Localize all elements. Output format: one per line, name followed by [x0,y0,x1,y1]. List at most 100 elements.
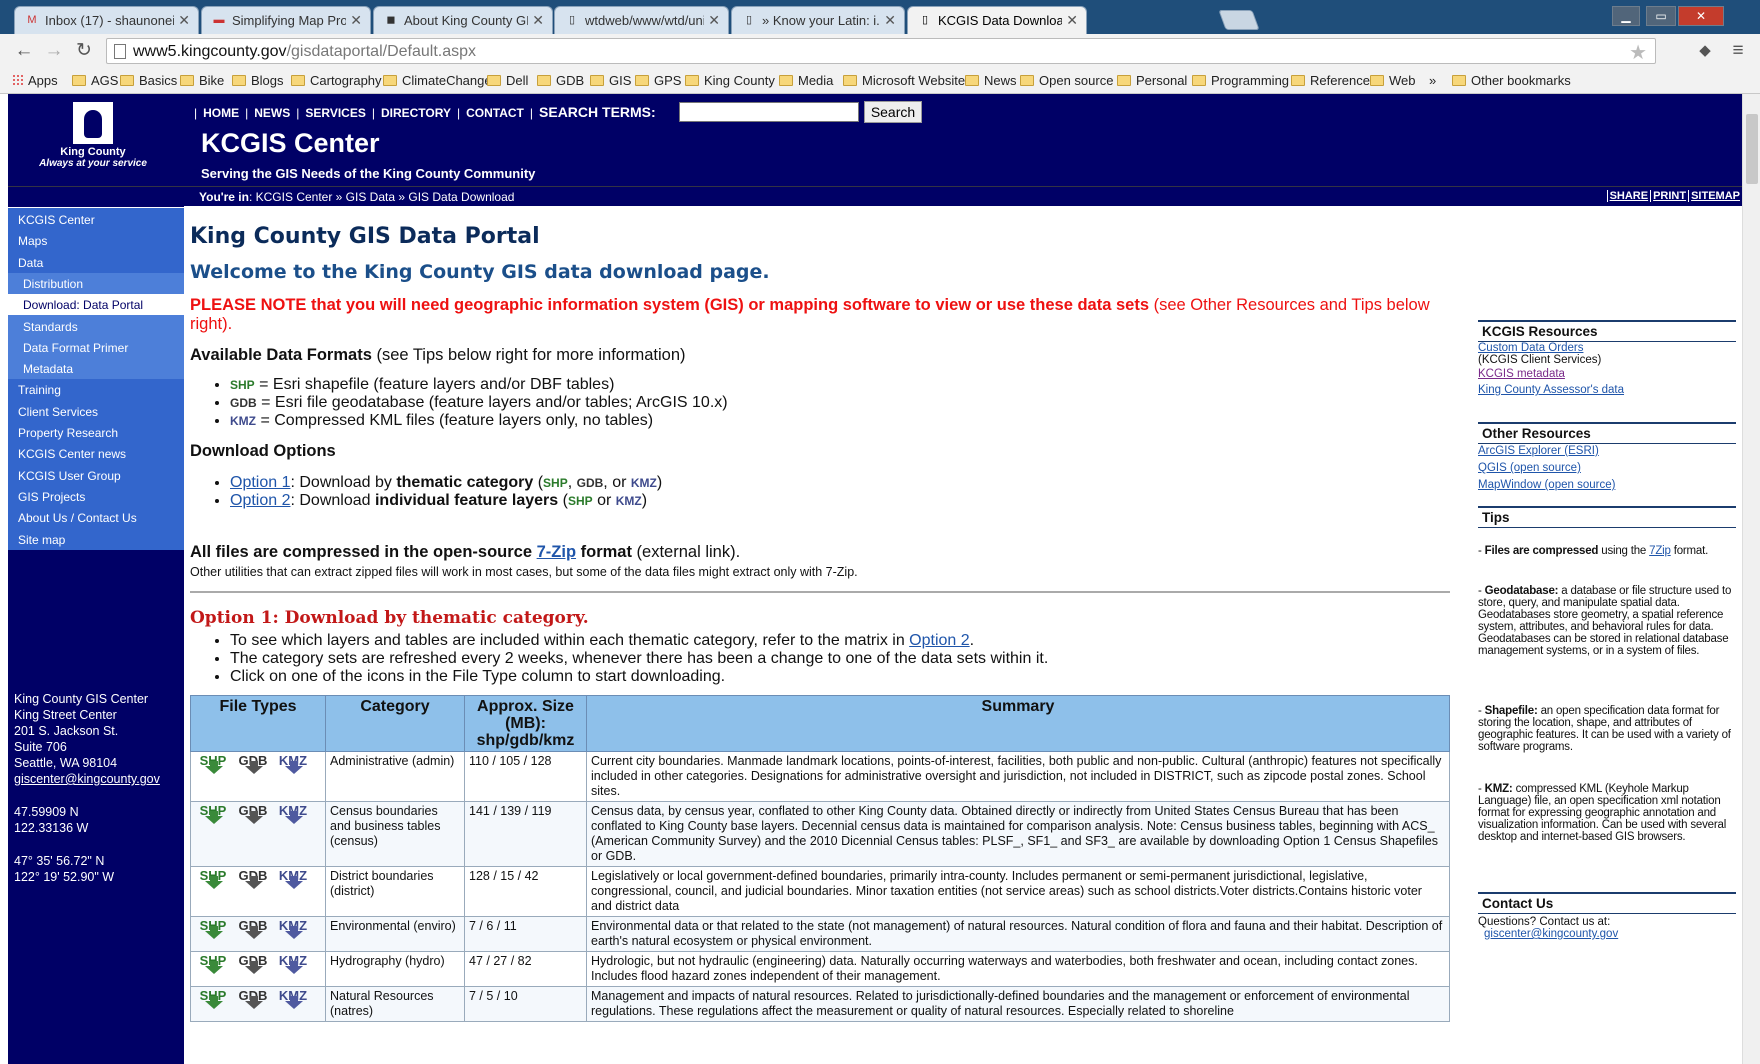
gdb-download-button[interactable]: GDB [233,988,273,1018]
kmz-download-button[interactable]: KMZ [273,753,313,783]
tab-5[interactable]: ▯ » Know your Latin: i.e. vs. e ✕ [731,6,905,34]
nav-home[interactable]: HOME [203,106,239,120]
bookmark-gdb[interactable]: GDB [537,73,584,88]
tab-2[interactable]: ▬ Simplifying Map Productio ✕ [201,6,371,34]
sidebar-item-data[interactable]: Data [8,249,184,273]
close-window-button[interactable]: ✕ [1678,6,1724,26]
bookmark-programming[interactable]: Programming [1192,73,1289,88]
tab-4[interactable]: ▯ wtdweb/www/wtd/unit/g ✕ [554,6,729,34]
tab-close-icon[interactable]: ✕ [178,12,190,29]
bookmark-microsoft-websites[interactable]: Microsoft Websites [843,73,972,88]
option1-link[interactable]: Option 1 [230,474,290,491]
minimize-button[interactable]: ▁ [1612,6,1640,26]
bookmark-climatechange[interactable]: ClimateChange [383,73,492,88]
bookmark-web[interactable]: Web [1370,73,1416,88]
restore-button[interactable]: ▭ [1646,6,1676,26]
sidebar-item-about-us-contact-us[interactable]: About Us / Contact Us [8,505,184,529]
sidebar-item-site-map[interactable]: Site map [8,526,184,550]
page-scrollbar[interactable] [1742,94,1760,1064]
print-link[interactable]: PRINT [1650,190,1689,202]
option2-link[interactable]: Option 2 [909,632,969,649]
gdb-download-button[interactable]: GDB [233,803,273,833]
kmz-download-button[interactable]: KMZ [273,803,313,833]
bookmark-blogs[interactable]: Blogs [232,73,284,88]
forward-button[interactable]: → [42,40,66,62]
shp-download-button[interactable]: SHP [193,918,233,948]
gdb-download-button[interactable]: GDB [233,918,273,948]
7zip-tip-link[interactable]: 7Zip [1649,545,1671,557]
bookmark-open-source[interactable]: Open source [1020,73,1113,88]
assessor-data-link[interactable]: King County Assessor's data [1478,384,1624,396]
scrollbar-thumb[interactable] [1746,114,1758,184]
mapwindow-link[interactable]: MapWindow (open source) [1478,479,1615,491]
sidebar-item-client-services[interactable]: Client Services [8,398,184,422]
kmz-download-button[interactable]: KMZ [273,988,313,1018]
7zip-link[interactable]: 7-Zip [537,543,576,561]
bookmark-dell[interactable]: Dell [487,73,528,88]
bookmark-king-county[interactable]: King County [685,73,775,88]
bookmark--[interactable]: » [1429,73,1436,88]
sidebar-item-training[interactable]: Training [8,377,184,401]
back-button[interactable]: ← [12,40,36,62]
sitemap-link[interactable]: SITEMAP [1688,190,1742,202]
sidebar-item-kcgis-center[interactable]: KCGIS Center [8,207,184,230]
bookmark-personal[interactable]: Personal [1117,73,1187,88]
sidebar-item-gis-projects[interactable]: GIS Projects [8,483,184,507]
share-link[interactable]: SHARE [1606,190,1651,202]
nav-directory[interactable]: DIRECTORY [381,106,451,120]
bookmark-gps[interactable]: GPS [635,73,681,88]
bookmark-reference[interactable]: Reference [1291,73,1370,88]
sidebar-item-distribution[interactable]: Distribution [8,270,184,294]
tab-close-icon[interactable]: ✕ [350,12,362,29]
custom-data-orders-link[interactable]: Custom Data Orders [1478,342,1583,354]
breadcrumb-path[interactable]: KCGIS Center » GIS Data » GIS Data Downl… [256,190,515,204]
tab-6[interactable]: ▯ KCGIS Data Download ✕ [907,6,1087,35]
tab-3[interactable]: ◼ About King County GIS D ✕ [373,6,553,34]
contact-email-link[interactable]: giscenter@kingcounty.gov [14,771,160,787]
bookmark-gis[interactable]: GIS [590,73,631,88]
kmz-download-button[interactable]: KMZ [273,868,313,898]
tab-close-icon[interactable]: ✕ [532,12,544,29]
arcgis-explorer-link[interactable]: ArcGIS Explorer (ESRI) [1478,445,1599,457]
gdb-download-button[interactable]: GDB [233,753,273,783]
bookmark-news[interactable]: News [965,73,1017,88]
bookmark-ags[interactable]: AGS [72,73,118,88]
nav-news[interactable]: NEWS [254,106,290,120]
tab-close-icon[interactable]: ✕ [884,12,896,29]
contact-email-link[interactable]: giscenter@kingcounty.gov [1484,928,1618,940]
sidebar-item-maps[interactable]: Maps [8,228,184,252]
bookmark-apps[interactable]: Apps [12,73,58,88]
shp-download-button[interactable]: SHP [193,953,233,983]
bookmark-cartography[interactable]: Cartography [291,73,382,88]
menu-icon[interactable]: ≡ [1726,40,1750,62]
profile-icon[interactable] [1606,6,1607,26]
sidebar-item-metadata[interactable]: Metadata [8,356,184,380]
kmz-download-button[interactable]: KMZ [273,918,313,948]
shp-download-button[interactable]: SHP [193,988,233,1018]
nav-contact[interactable]: CONTACT [466,106,524,120]
king-county-logo[interactable]: King County Always at your service [8,94,178,186]
option2-link[interactable]: Option 2 [230,492,290,509]
sidebar-item-standards[interactable]: Standards [8,313,184,337]
tab-1[interactable]: M Inbox (17) - shaunoneil4@ ✕ [14,6,199,34]
qgis-link[interactable]: QGIS (open source) [1478,462,1581,474]
extension-icon[interactable]: ◆ [1693,40,1717,62]
bookmark-other-bookmarks[interactable]: Other bookmarks [1452,73,1571,88]
gdb-download-button[interactable]: GDB [233,953,273,983]
sidebar-item-download-data-portal[interactable]: Download: Data Portal [8,292,184,316]
shp-download-button[interactable]: SHP [193,803,233,833]
reload-button[interactable]: ↻ [72,40,96,62]
bookmark-star-icon[interactable]: ★ [1629,40,1647,65]
tab-close-icon[interactable]: ✕ [708,12,720,29]
kmz-download-button[interactable]: KMZ [273,953,313,983]
tab-close-icon[interactable]: ✕ [1066,12,1078,29]
nav-services[interactable]: SERVICES [305,106,365,120]
sidebar-item-data-format-primer[interactable]: Data Format Primer [8,334,184,358]
bookmark-bike[interactable]: Bike [180,73,224,88]
search-input[interactable] [679,102,859,122]
sidebar-item-property-research[interactable]: Property Research [8,420,184,443]
gdb-download-button[interactable]: GDB [233,868,273,898]
shp-download-button[interactable]: SHP [193,753,233,783]
bookmark-media[interactable]: Media [779,73,833,88]
bookmark-basics[interactable]: Basics [120,73,177,88]
